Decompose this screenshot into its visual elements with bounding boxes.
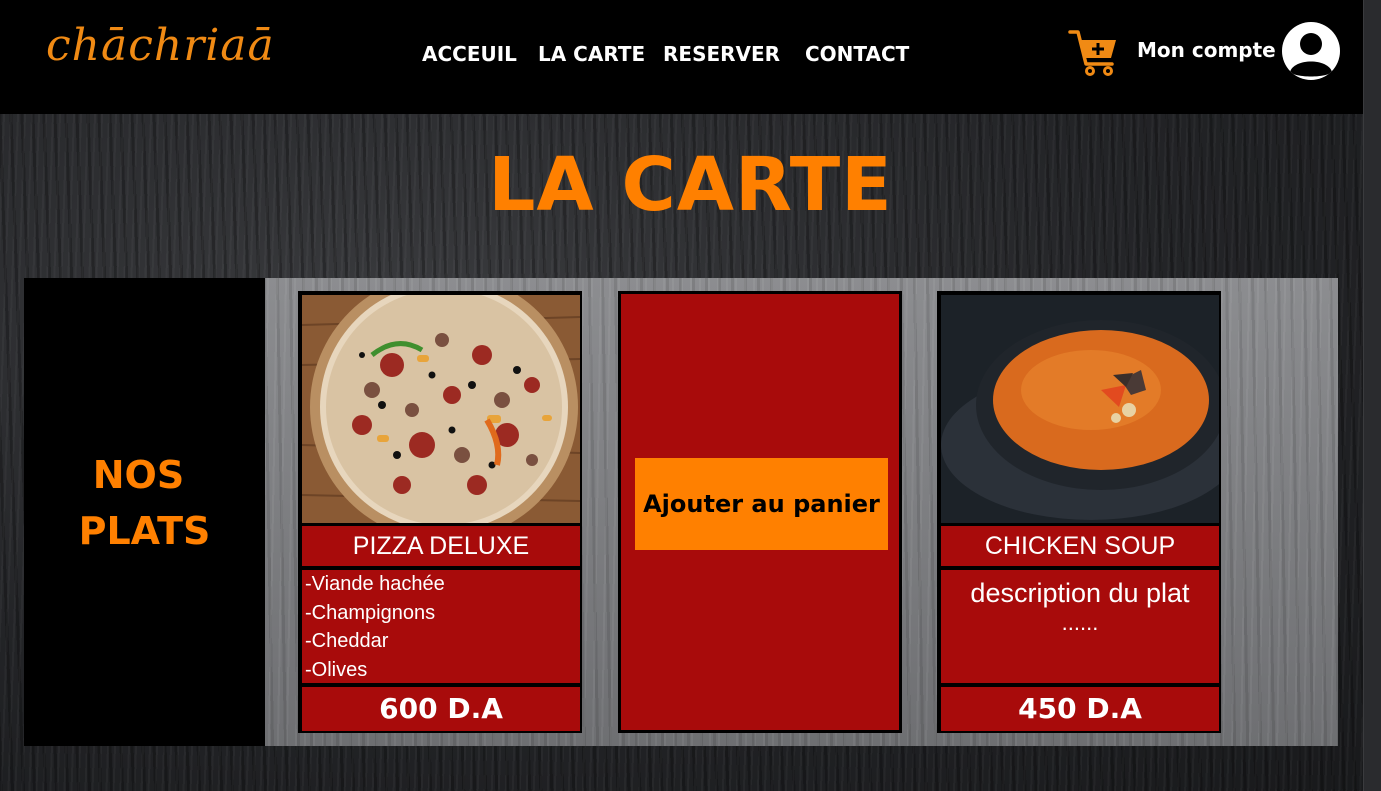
dish-price: 600 D.A [302,687,580,731]
page-scrollbar[interactable] [1363,0,1381,791]
ingredient-item: -Cheddar [305,630,389,652]
section-label-box: NOS PLATS [24,278,265,746]
soup-photo [941,295,1219,523]
user-avatar-icon[interactable] [1282,22,1340,80]
nav-link-reserver[interactable]: RESERVER [663,42,780,66]
pizza-photo [302,295,580,523]
dish-card-soup[interactable]: CHICKEN SOUP description du plat ...... … [937,291,1221,733]
dish-description: description du plat ...... [941,570,1219,683]
add-to-cart-button[interactable]: Ajouter au panier [635,458,888,550]
dish-name: CHICKEN SOUP [941,526,1219,566]
dish-description-ellipsis: ...... [1061,610,1099,635]
account-link[interactable]: Mon compte [1137,38,1276,62]
ingredient-item: -Champignons [305,601,436,624]
menu-panel: NOS PLATS PIZZA DELUXE -Viande hachée -C… [24,278,1338,746]
section-label-line1: NOS [92,453,185,497]
dish-name: PIZZA DELUXE [302,526,580,566]
ingredient-item: -Viande hachée [305,573,445,595]
section-label-line2: PLATS [78,509,211,553]
navbar: chāchriaā ACCEUIL LA CARTE RESERVER CONT… [0,0,1363,114]
ingredient-item: -Olives [305,658,368,681]
nav-link-acceuil[interactable]: ACCEUIL [422,42,517,66]
nav-link-contact[interactable]: CONTACT [805,42,909,66]
dish-description-text: description du plat [970,578,1190,608]
nav-link-la-carte[interactable]: LA CARTE [538,42,645,66]
dish-card-pizza[interactable]: PIZZA DELUXE -Viande hachée -Champignons… [298,291,582,733]
add-to-cart-card: Ajouter au panier [618,291,902,733]
logo[interactable]: chāchriaā [46,20,275,71]
page-title: LA CARTE [488,142,893,228]
dish-price: 450 D.A [941,687,1219,731]
dish-ingredients: -Viande hachée -Champignons -Cheddar -Ol… [302,570,580,683]
cart-add-icon[interactable] [1068,26,1120,78]
